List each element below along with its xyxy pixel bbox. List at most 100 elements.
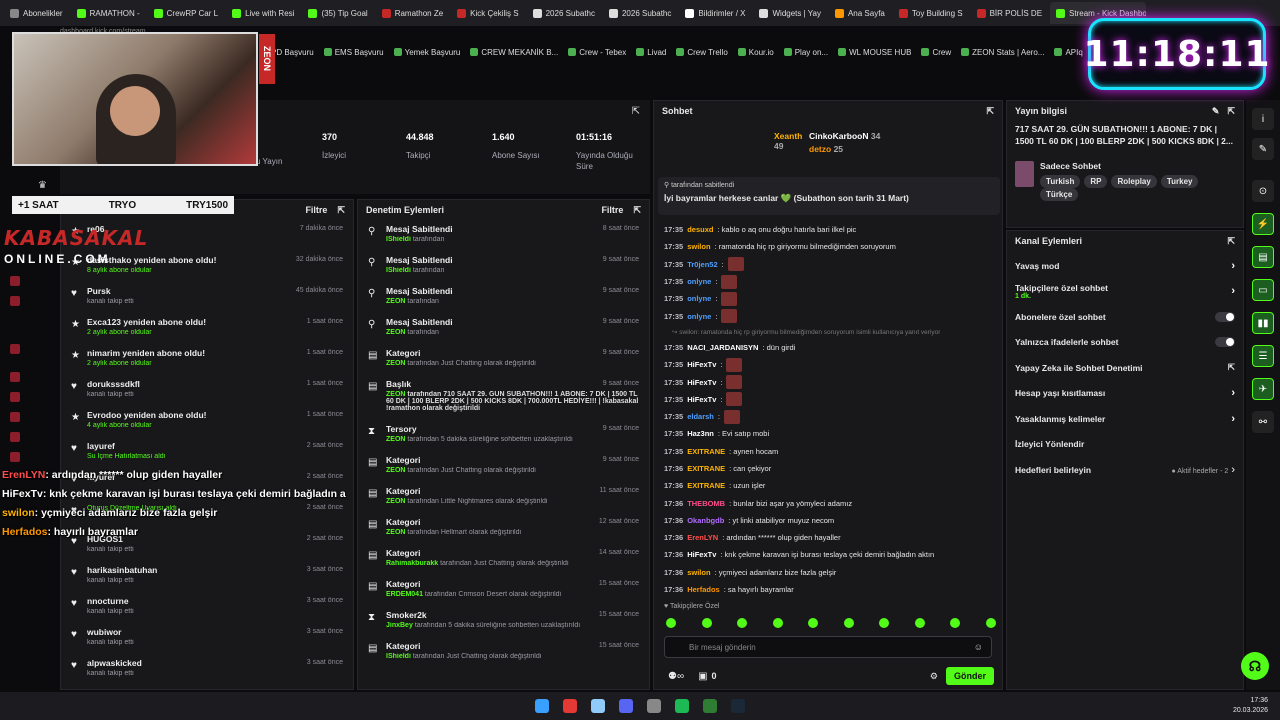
stream-tag[interactable]: RP	[1084, 175, 1108, 188]
chat-message[interactable]: 17:36 Herfados: sa hayırlı bayramlar	[664, 581, 999, 598]
emote-icon[interactable]	[950, 618, 961, 628]
chevron-right-icon[interactable]: ›	[1231, 387, 1235, 399]
moderation-actor[interactable]: ZEON	[386, 436, 405, 443]
browser-tab[interactable]: Ramathon Ze	[376, 2, 449, 24]
kick-icon[interactable]	[10, 276, 20, 286]
moderation-item[interactable]: ⧗ Smoker2k JinxBey tarafından 5 dakika sür…	[358, 606, 649, 637]
chat-username[interactable]: Tr0jen52	[687, 260, 717, 269]
browser-tab[interactable]: Live with Resi	[226, 2, 300, 24]
top-chatter[interactable]: CinkoKarbooN 34	[809, 131, 909, 141]
popout-icon[interactable]: ⇱	[1227, 106, 1235, 117]
files-icon[interactable]	[591, 699, 605, 713]
chat-username[interactable]: NACI_JARDANISYN	[687, 343, 758, 352]
wrench-icon[interactable]: ✈	[1252, 378, 1274, 400]
moderation-actor[interactable]: IShieldi	[386, 653, 411, 660]
chat-username[interactable]: ErenLYN	[687, 533, 718, 542]
moderation-item[interactable]: ▤ Kategori ZEON tarafından Hellmart olarak…	[358, 513, 649, 544]
toggle-switch[interactable]	[1215, 311, 1235, 322]
moderation-actor[interactable]: ZEON	[386, 329, 405, 336]
chat-username[interactable]: swilon	[687, 242, 710, 251]
moderation-actor[interactable]: ZEON	[386, 298, 405, 305]
opera-icon[interactable]	[563, 699, 577, 713]
popout-icon[interactable]: ⇱	[337, 205, 345, 216]
bookmark-item[interactable]: ZEON Stats | Aero...	[961, 48, 1044, 57]
chat-message[interactable]: 17:36 swilon: yçmiyeci adamlarız bize faz…	[664, 564, 999, 581]
bookmark-item[interactable]: WL MOUSE HUB	[838, 48, 911, 57]
moderation-actor[interactable]: IShieldi	[386, 267, 411, 274]
moderation-actor[interactable]: ERDEM041	[386, 591, 423, 598]
bookmark-item[interactable]: EMS Başvuru	[323, 48, 384, 57]
bookmark-item[interactable]: Crew Trello	[676, 48, 728, 57]
steam-icon[interactable]	[731, 699, 745, 713]
points-icon[interactable]: ▣	[698, 671, 707, 682]
emote-icon[interactable]	[772, 618, 783, 628]
chat-username[interactable]: Herfados	[687, 585, 720, 594]
channel-action-row[interactable]: Abonelere özel sohbet	[1007, 304, 1243, 330]
info-icon[interactable]: i	[1252, 108, 1274, 130]
obs-icon[interactable]	[647, 699, 661, 713]
moderation-item[interactable]: ⚲ Mesaj Sabitlendi ZEON tarafından 9 saat ö…	[358, 313, 649, 344]
chat-message[interactable]: 17:35 EXITRANE: aynen hocam	[664, 443, 999, 460]
chat-message[interactable]: 17:35 HiFexTv:	[664, 391, 999, 408]
x-icon[interactable]	[10, 344, 20, 354]
chat-message[interactable]: 17:35 onlyne:	[664, 307, 999, 324]
activity-item[interactable]: ★ Exca123 yeniden abone oldu! 2 aylık abon…	[61, 313, 353, 344]
popout-icon[interactable]: ⇱	[986, 106, 994, 117]
chevron-right-icon[interactable]: ›	[1231, 285, 1235, 297]
discord-icon[interactable]	[619, 699, 633, 713]
bookmark-item[interactable]: Livad	[636, 48, 666, 57]
channel-action-row[interactable]: Yapay Zeka ile Sohbet Denetimi ⇱	[1007, 355, 1243, 381]
bookmark-item[interactable]: Yemek Başvuru	[393, 48, 460, 57]
moderation-actor[interactable]: Rahimakburakk	[386, 560, 438, 567]
camera-icon[interactable]: ⊙	[1252, 180, 1274, 202]
chat-message[interactable]: 17:35 NACI_JARDANISYN: dün girdi	[664, 339, 999, 356]
activity-item[interactable]: ♥ harikasinbatuhan kanalı takip etti 3 saat…	[61, 561, 353, 592]
filter-button[interactable]: Filtre	[305, 205, 327, 216]
browser-tab[interactable]: Abonelikler	[4, 2, 69, 24]
goal-status[interactable]: ● Aktif hedefler - 2 ›	[1172, 464, 1236, 476]
popout-icon[interactable]: ⇱	[1227, 236, 1235, 247]
chat-username[interactable]: HiFexTv	[687, 550, 716, 559]
moderation-item[interactable]: ▤ Kategori Rahimakburakk tarafından Just C…	[358, 544, 649, 575]
activity-item[interactable]: ♥ doruksssdkfl kanalı takip etti 1 saat önc…	[61, 375, 353, 406]
channel-action-row[interactable]: Yasaklanmış kelimeler ›	[1007, 406, 1243, 432]
chat-username[interactable]: swilon	[687, 568, 710, 577]
chat-icon[interactable]: ▭	[1252, 279, 1274, 301]
browser-tab[interactable]: CrewRP Car L	[148, 2, 224, 24]
chat-username[interactable]: Haz3nn	[687, 429, 714, 438]
emote-icon[interactable]	[914, 618, 925, 628]
settings-icon[interactable]	[10, 452, 20, 462]
chat-username[interactable]: HiFexTv	[687, 378, 716, 387]
channel-action-row[interactable]: Hedefleri belirleyin ● Aktif hedefler - 2…	[1007, 457, 1243, 483]
browser-tab[interactable]: Toy Building S	[893, 2, 969, 24]
browser-tab[interactable]: (35) Tip Goal	[302, 2, 373, 24]
chat-message[interactable]: 17:35 Haz3nn: Evi satıp mobi	[664, 425, 999, 442]
chat-message[interactable]: 17:36 EXITRANE: can çekiyor	[664, 460, 999, 477]
stream-tag[interactable]: Roleplay	[1111, 175, 1157, 188]
chevron-right-icon[interactable]: ›	[1231, 260, 1235, 272]
chat-message[interactable]: 17:35 HiFexTv:	[664, 356, 999, 373]
moderation-actor[interactable]: ZEON	[386, 391, 405, 398]
chat-message[interactable]: 17:35 HiFexTv:	[664, 373, 999, 390]
chat-username[interactable]: EXITRANE	[687, 447, 725, 456]
filter-button[interactable]: Filtre	[601, 205, 623, 216]
moderation-item[interactable]: ▤ Kategori ZEON tarafından Little Nightmar…	[358, 482, 649, 513]
emote-icon[interactable]	[666, 618, 676, 628]
chat-username[interactable]: EXITRANE	[687, 481, 725, 490]
emote-icon[interactable]	[985, 618, 996, 628]
bookmark-item[interactable]: CREW MEKANİK B...	[470, 48, 558, 57]
chat-username[interactable]: desuxd	[687, 225, 713, 234]
chat-username[interactable]: onlyne	[687, 277, 711, 286]
emote-icon[interactable]	[808, 618, 819, 628]
discord-icon[interactable]	[10, 372, 20, 382]
browser-tab[interactable]: Bildirimler / X	[679, 2, 751, 24]
browser-tab[interactable]: Kick Çekiliş S	[451, 2, 524, 24]
browser-tab[interactable]: RAMATHON -	[71, 2, 146, 24]
emoji-icon[interactable]: ☺	[974, 642, 983, 652]
moderation-item[interactable]: ⚲ Mesaj Sabitlendi ZEON tarafından 9 saat ö…	[358, 282, 649, 313]
stream-tag[interactable]: Turkey	[1160, 175, 1199, 188]
channel-action-row[interactable]: Yalnızca ifadelerle sohbet	[1007, 330, 1243, 356]
moderation-item[interactable]: ▤ Kategori ZEON tarafından Just Chatting o…	[358, 344, 649, 375]
moderation-actor[interactable]: ZEON	[386, 360, 405, 367]
bookmark-item[interactable]: Crew	[921, 48, 951, 57]
